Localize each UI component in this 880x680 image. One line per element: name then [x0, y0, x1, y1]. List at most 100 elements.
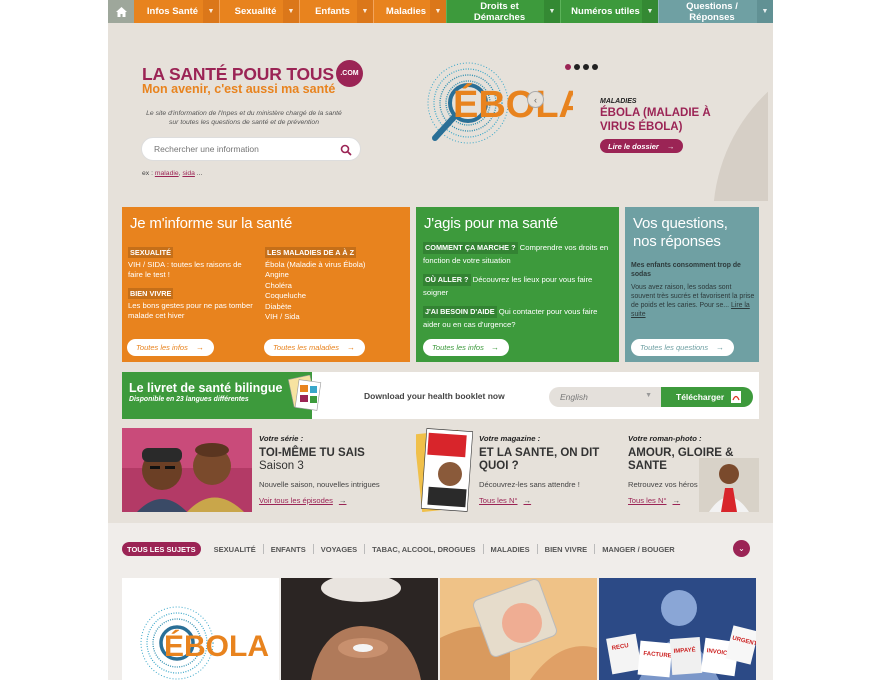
magazine-issues-link[interactable]: Tous les N° → — [479, 496, 531, 505]
article-tile-ebola[interactable]: ÉBOLA — [122, 578, 279, 680]
search-examples: ex : maladie, sida ... — [142, 170, 202, 177]
article-tile-bills[interactable]: RECU FACTURE IMPAYÉ INVOICE URGENT — [599, 578, 756, 680]
series-label: Votre série : — [259, 434, 304, 443]
photo-novel-card[interactable]: Votre roman-photo : AMOUR, GLOIRE & SANT… — [625, 428, 759, 512]
magazine-card[interactable]: Votre magazine : ET LA SANTE, ON DIT QUO… — [416, 428, 619, 512]
chevron-down-icon[interactable]: ▼ — [642, 0, 658, 23]
act-box-title: J'agis pour ma santé — [424, 215, 558, 232]
act-item[interactable]: COMMENT ÇA MARCHE ? Comprendre vos droit… — [423, 242, 613, 266]
photo-novel-issues-link[interactable]: Tous les N° → — [628, 496, 680, 505]
search-icon[interactable] — [339, 143, 353, 157]
arrow-right-icon: → — [716, 343, 724, 352]
all-infos-button[interactable]: Toutes les infos → — [127, 339, 214, 356]
series-season: Saison 3 — [259, 460, 304, 472]
nav-label: Enfants — [315, 6, 350, 17]
chevron-down-icon[interactable]: ▼ — [357, 0, 373, 23]
nav-item-enfants[interactable]: Enfants ▼ — [299, 0, 373, 23]
disease-item[interactable]: Choléra — [265, 281, 405, 291]
slider-dot[interactable] — [592, 64, 598, 70]
qa-box-title: Vos questions, nos réponses — [633, 215, 728, 250]
act-tag: COMMENT ÇA MARCHE ? — [423, 242, 518, 254]
chevron-down-icon[interactable]: ▼ — [544, 0, 560, 23]
expand-filters-button[interactable]: ⌄ — [733, 540, 750, 557]
info-tag[interactable]: SEXUALITÉ — [128, 247, 173, 258]
nav-label: Droits et Démarches — [473, 0, 526, 23]
all-act-infos-button[interactable]: Toutes les infos → — [423, 339, 509, 356]
slide-title[interactable]: ÉBOLA (MALADIE À VIRUS ÉBOLA) — [600, 107, 740, 135]
booklet-title-block[interactable]: Le livret de santé bilingue Disponible e… — [122, 372, 322, 419]
act-tag: J'AI BESOIN D'AIDE — [423, 306, 497, 319]
info-text[interactable]: Les bons gestes pour ne pas tomber malad… — [128, 301, 258, 322]
nav-label: Questions / Réponses — [686, 0, 738, 23]
nav-item-infos-sante[interactable]: Infos Santé ▼ — [134, 0, 219, 23]
home-button[interactable] — [108, 0, 134, 23]
nav-item-questions[interactable]: Questions / Réponses ▼ — [658, 0, 773, 23]
article-tile-condom[interactable] — [440, 578, 597, 680]
read-dossier-button[interactable]: Lire le dossier → — [600, 139, 683, 153]
filter-tabac[interactable]: TABAC, ALCOOL, DROGUES — [365, 544, 484, 554]
slider-dot[interactable] — [583, 64, 589, 70]
series-link-label: Voir tous les épisodes — [259, 496, 333, 505]
slide-category: MALADIES — [600, 98, 637, 105]
nav-item-maladies[interactable]: Maladies ▼ — [373, 0, 446, 23]
disease-item[interactable]: Coqueluche — [265, 291, 405, 301]
filter-voyages[interactable]: VOYAGES — [314, 544, 366, 554]
article-tile-hand[interactable] — [281, 578, 438, 680]
example-link[interactable]: maladie — [155, 170, 179, 177]
diseases-tag[interactable]: LES MALADIES DE A À Z — [265, 247, 357, 258]
all-diseases-button[interactable]: Toutes les maladies → — [264, 339, 365, 356]
download-button[interactable]: Télécharger — [661, 387, 753, 407]
chevron-down-icon[interactable]: ▼ — [430, 0, 446, 23]
search-input[interactable] — [154, 144, 334, 154]
all-infos-label: Toutes les infos — [136, 343, 188, 352]
nav-item-sexualite[interactable]: Sexualité ▼ — [219, 0, 299, 23]
act-item[interactable]: OÙ ALLER ? Découvrez les lieux pour vous… — [423, 274, 613, 298]
disease-item[interactable]: VIH / Sida — [265, 312, 405, 322]
hero: ÉBOLA ‹ › MALADIES ÉBOLA (MALADIE À VIRU… — [108, 23, 773, 201]
info-tag[interactable]: BIEN VIVRE — [128, 287, 174, 299]
series-card[interactable]: Votre série : TOI-MÊME TU SAIS Saison 3 … — [122, 428, 410, 512]
qa-box: Vos questions, nos réponses Mes enfants … — [625, 207, 759, 362]
filter-manger-bouger[interactable]: MANGER / BOUGER — [595, 544, 682, 554]
filter-maladies[interactable]: MALADIES — [484, 544, 538, 554]
disease-item[interactable]: Ébola (Maladie à virus Ébola) — [265, 260, 405, 270]
logo-tagline: Mon avenir, c'est aussi ma santé — [142, 82, 336, 96]
ebola-logo-text: ÉBOLA — [453, 82, 573, 126]
site-description: Le site d'information de l'Inpes et du m… — [146, 110, 342, 127]
pdf-icon — [731, 391, 741, 403]
chevron-down-icon[interactable]: ▼ — [203, 0, 219, 23]
slider-prev-button[interactable]: ‹ — [527, 91, 544, 108]
all-diseases-label: Toutes les maladies — [273, 343, 340, 352]
chevron-down-icon[interactable]: ▼ — [283, 0, 299, 23]
filter-all-topics[interactable]: TOUS LES SUJETS — [122, 542, 201, 556]
hand-image — [281, 578, 438, 680]
chevron-down-icon[interactable]: ▼ — [757, 0, 773, 23]
chevron-down-icon: ▼ — [645, 392, 652, 399]
disease-item[interactable]: Angine — [265, 270, 405, 280]
qa-question[interactable]: Mes enfants consomment trop de sodas — [631, 262, 755, 280]
series-episodes-link[interactable]: Voir tous les épisodes → — [259, 496, 346, 505]
nav-item-droits[interactable]: Droits et Démarches ▼ — [446, 0, 560, 23]
example-link[interactable]: sida — [182, 170, 194, 177]
all-questions-button[interactable]: Toutes les questions → — [631, 339, 734, 356]
booklet-title: Le livret de santé bilingue — [129, 381, 283, 395]
filter-enfants[interactable]: ENFANTS — [264, 544, 314, 554]
filter-sexualite[interactable]: SEXUALITÉ — [207, 544, 264, 554]
nav-item-numeros[interactable]: Numéros utiles ▼ — [560, 0, 658, 23]
page: Infos Santé ▼ Sexualité ▼ Enfants ▼ Maladie… — [0, 0, 880, 680]
disease-item[interactable]: Diabète — [265, 302, 405, 312]
filter-bien-vivre[interactable]: BIEN VIVRE — [538, 544, 596, 554]
photo-novel-text: Retrouvez vos héros ! — [628, 480, 702, 489]
act-tag: OÙ ALLER ? — [423, 274, 471, 287]
info-text[interactable]: VIH / SIDA : toutes les raisons de faire… — [128, 260, 258, 281]
slider-dot[interactable] — [574, 64, 580, 70]
magazine-title: ET LA SANTE, ON DIT QUOI ? — [479, 447, 600, 473]
act-item[interactable]: J'AI BESOIN D'AIDE Qui contacter pour vo… — [423, 306, 613, 330]
language-select[interactable]: English ▼ — [549, 387, 661, 407]
info-box: Je m'informe sur la santé SEXUALITÉ VIH … — [122, 207, 410, 362]
nav-label: Infos Santé — [146, 6, 199, 17]
series-image — [122, 428, 252, 512]
ebola-logo: ÉBOLA — [427, 62, 573, 144]
arrow-right-icon: → — [666, 141, 675, 151]
booklet-subtitle: Disponible en 23 langues différentes — [129, 396, 249, 403]
